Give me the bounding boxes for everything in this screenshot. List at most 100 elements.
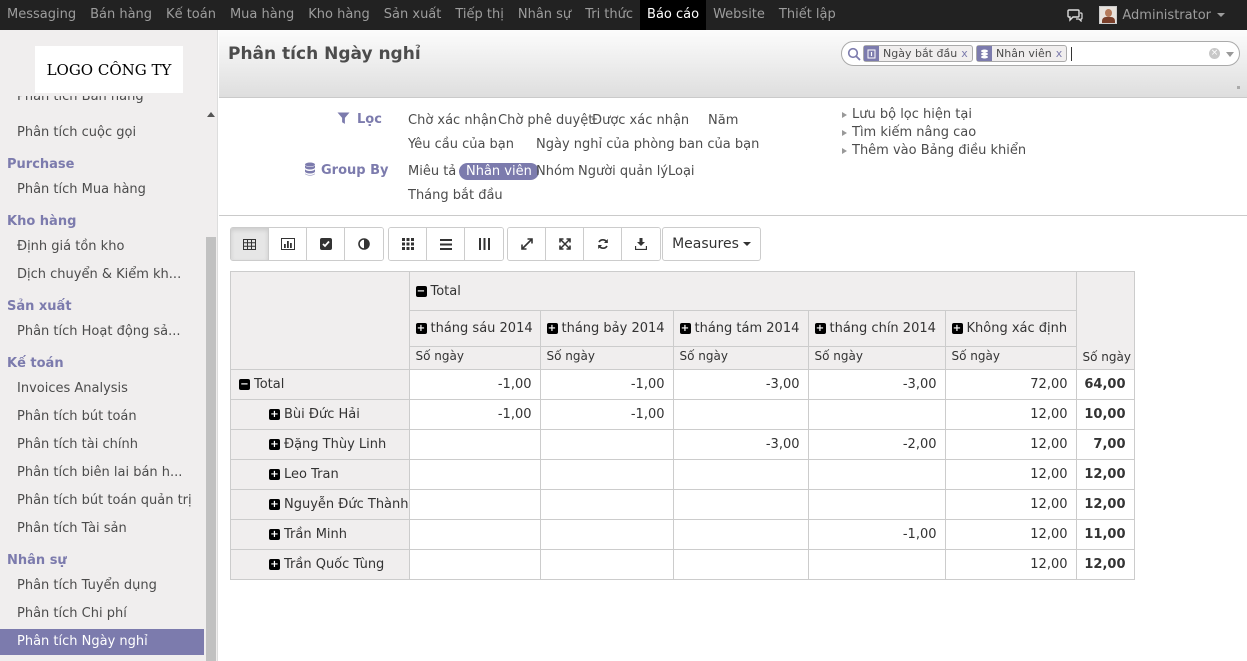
pie-chart-button[interactable] xyxy=(345,228,383,260)
clear-icon[interactable]: × xyxy=(1209,48,1220,59)
sidebar-item-sales-receipts-analysis[interactable]: Phân tích biên lai bán h... xyxy=(0,460,204,486)
groupby-type[interactable]: Loại xyxy=(668,164,695,179)
close-icon[interactable]: x xyxy=(961,47,968,60)
heatmap-both-button[interactable] xyxy=(389,228,427,260)
pivot-row-header[interactable]: + Bùi Đức Hải xyxy=(230,399,410,430)
user-name[interactable]: Administrator xyxy=(1122,8,1211,23)
advanced-search-link[interactable]: Tìm kiếm nâng cao xyxy=(842,125,976,140)
pivot-col-header[interactable]: + tháng bảy 2014 xyxy=(539,310,674,347)
menu-knowledge[interactable]: Tri thức xyxy=(578,0,640,30)
pivot-cell: 12,00 xyxy=(944,459,1077,490)
pivot-cell: -3,00 xyxy=(807,369,946,400)
search-bar[interactable]: Ngày bắt đầu x Nhân viên x × xyxy=(841,41,1240,66)
pivot-row-total: 12,00 xyxy=(1075,459,1135,490)
chevron-down-icon[interactable] xyxy=(1217,13,1225,17)
menu-warehouse[interactable]: Kho hàng xyxy=(301,0,377,30)
sidebar-item-stock-moves[interactable]: Dịch chuyển & Kiểm kh... xyxy=(0,262,204,288)
groupby-team[interactable]: Nhóm xyxy=(536,164,575,179)
download-button[interactable] xyxy=(622,228,660,260)
measures-dropdown[interactable]: Measures xyxy=(662,227,761,261)
chevron-down-icon[interactable] xyxy=(1226,52,1234,57)
sidebar-item-analytic-entries[interactable]: Phân tích bút toán quản trị xyxy=(0,488,204,514)
facet-label: Ngày bắt đầu xyxy=(883,47,958,60)
heatmap-columns-button[interactable] xyxy=(465,228,503,260)
table-row: + Bùi Đức Hải -1,00 -1,00 12,00 10,00 xyxy=(230,399,1135,430)
filter-to-approve[interactable]: Chờ xác nhận xyxy=(408,113,497,128)
search-icon[interactable] xyxy=(847,47,861,61)
groupby-start-month[interactable]: Tháng bắt đầu xyxy=(408,188,503,203)
bar-chart-button[interactable] xyxy=(269,228,307,260)
flip-axis-button[interactable] xyxy=(508,228,546,260)
menu-purchase[interactable]: Mua hàng xyxy=(223,0,301,30)
avatar[interactable] xyxy=(1099,6,1118,24)
pivot-col-header[interactable]: + tháng chín 2014 xyxy=(807,310,946,347)
menu-accounting[interactable]: Kế toán xyxy=(159,0,223,30)
groupby-manager[interactable]: Người quản lý xyxy=(578,164,668,179)
sidebar-item-recruitment-analysis[interactable]: Phân tích Tuyển dụng xyxy=(0,573,204,599)
pivot-row-header[interactable]: − Total xyxy=(230,369,410,400)
pivot-col-header[interactable]: + tháng sáu 2014 xyxy=(408,310,541,347)
pivot-row-header[interactable]: + Trần Minh xyxy=(230,519,410,550)
filter-icon xyxy=(864,46,879,61)
pivot-table-button[interactable] xyxy=(231,228,269,260)
company-logo[interactable]: LOGO CÔNG TY xyxy=(35,46,183,93)
pivot-cell: 72,00 xyxy=(944,369,1077,400)
search-facet-employee[interactable]: Nhân viên x xyxy=(976,45,1068,62)
reload-button[interactable] xyxy=(584,228,622,260)
menu-manufacturing[interactable]: Sản xuất xyxy=(377,0,449,30)
groupby-employee[interactable]: Nhân viên xyxy=(459,163,539,180)
pivot-col-header-total[interactable]: − Total xyxy=(408,271,1077,311)
filter-year[interactable]: Năm xyxy=(708,113,738,128)
menu-website[interactable]: Website xyxy=(706,0,772,30)
heatmap-rows-button[interactable] xyxy=(427,228,465,260)
search-facet-start-date[interactable]: Ngày bắt đầu x xyxy=(863,45,973,62)
filter-to-validate[interactable]: Chờ phê duyệt xyxy=(498,113,593,128)
sidebar-item-sales-analysis[interactable]: Phân tích Bán hàng xyxy=(17,96,144,108)
sidebar-item-call-analysis[interactable]: Phân tích cuộc gọi xyxy=(0,120,204,146)
pivot-col-header[interactable]: + tháng tám 2014 xyxy=(672,310,809,347)
minus-icon: − xyxy=(239,379,250,390)
sidebar-item-stock-valuation[interactable]: Định giá tồn kho xyxy=(0,234,204,260)
menu-marketing[interactable]: Tiếp thị xyxy=(448,0,510,30)
pivot-cell: -2,00 xyxy=(807,429,946,460)
pivot-row-header[interactable]: + Nguyễn Đức Thành xyxy=(230,489,410,520)
pivot-row-header[interactable]: + Đặng Thùy Linh xyxy=(230,429,410,460)
pivot-corner xyxy=(230,271,410,370)
sidebar-item-expenses-analysis[interactable]: Phân tích Chi phí xyxy=(0,601,204,627)
filter-validated[interactable]: Được xác nhận xyxy=(592,113,689,128)
filter-department-leaves[interactable]: Ngày nghỉ của phòng ban của bạn xyxy=(536,137,759,152)
menu-reporting[interactable]: Báo cáo xyxy=(640,0,707,30)
groupby-description[interactable]: Miêu tả xyxy=(408,164,456,179)
menu-settings[interactable]: Thiết lập xyxy=(772,0,843,30)
plus-icon: + xyxy=(269,469,280,480)
menu-hr[interactable]: Nhân sự xyxy=(511,0,578,30)
plus-icon: + xyxy=(269,439,280,450)
sidebar-scrollbar[interactable] xyxy=(205,106,217,661)
pivot-row-header[interactable]: + Leo Tran xyxy=(230,459,410,490)
line-chart-button[interactable] xyxy=(307,228,345,260)
sidebar-item-purchase-analysis[interactable]: Phân tích Mua hàng xyxy=(0,177,204,203)
scrollbar-thumb[interactable] xyxy=(206,237,216,661)
sidebar-item-financial-analysis[interactable]: Phân tích tài chính xyxy=(0,432,204,458)
measures-label: Measures xyxy=(672,236,739,252)
menu-sales[interactable]: Bán hàng xyxy=(83,0,159,30)
scroll-up-icon[interactable] xyxy=(207,112,215,117)
pivot-col-header[interactable]: + Không xác định xyxy=(944,310,1077,347)
sidebar-item-leaves-analysis[interactable]: Phân tích Ngày nghỉ xyxy=(0,629,204,655)
plus-icon: + xyxy=(415,323,427,334)
download-icon xyxy=(635,238,647,250)
chat-icon[interactable] xyxy=(1067,8,1083,22)
search-input[interactable] xyxy=(1071,47,1072,61)
filter-my-requests[interactable]: Yêu cầu của bạn xyxy=(408,137,514,152)
sidebar-item-production-analysis[interactable]: Phân tích Hoạt động sả... xyxy=(0,319,204,345)
menu-messaging[interactable]: Messaging xyxy=(0,0,83,30)
sidebar-item-assets-analysis[interactable]: Phân tích Tài sản xyxy=(0,516,204,542)
pivot-row-total: 10,00 xyxy=(1075,399,1135,430)
expand-all-button[interactable] xyxy=(546,228,584,260)
add-to-dashboard-link[interactable]: Thêm vào Bảng điều khiển xyxy=(842,143,1026,158)
save-current-filter-link[interactable]: Lưu bộ lọc hiện tại xyxy=(842,107,972,122)
close-icon[interactable]: x xyxy=(1056,47,1063,60)
sidebar-item-entries-analysis[interactable]: Phân tích bút toán xyxy=(0,404,204,430)
pivot-row-header[interactable]: + Trần Quốc Tùng xyxy=(230,549,410,580)
sidebar-item-invoices-analysis[interactable]: Invoices Analysis xyxy=(0,376,204,402)
